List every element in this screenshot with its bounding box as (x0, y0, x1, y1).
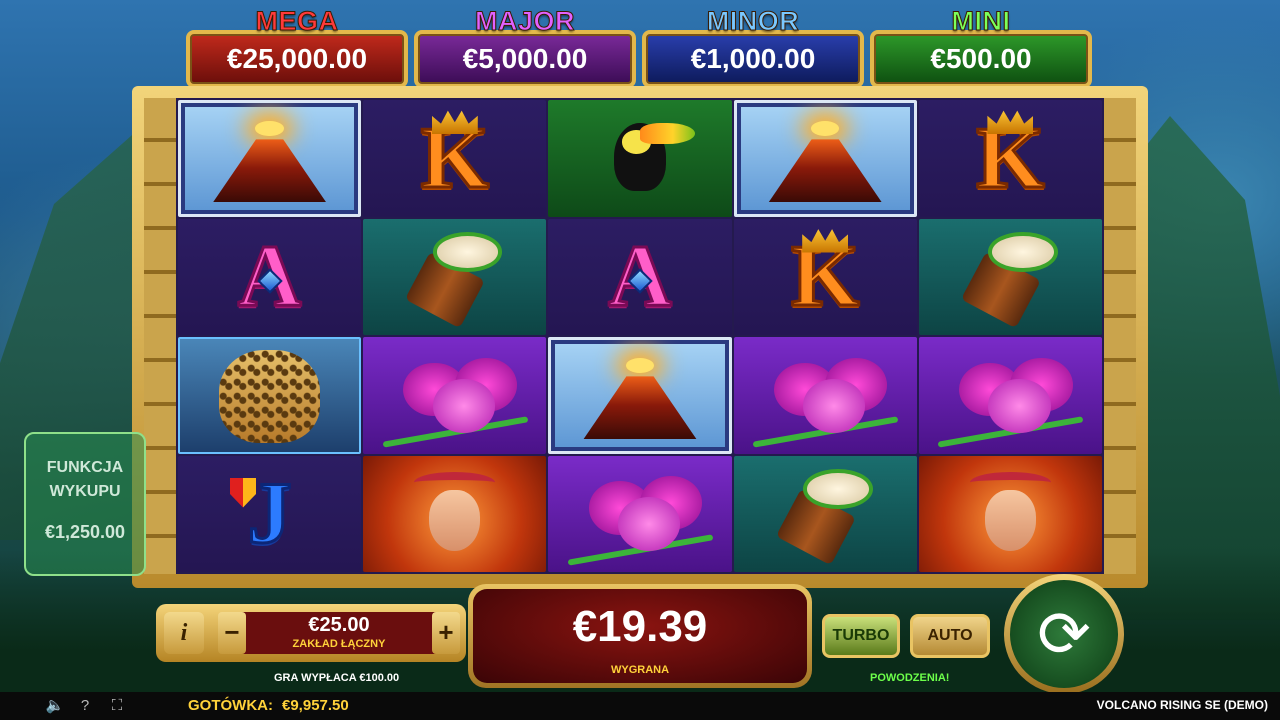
good-luck-text: POWODZENIA! (870, 672, 950, 684)
reel-symbol-orchid (548, 455, 732, 572)
orchid-petal (988, 378, 1051, 433)
cash-value: €9,957.50 (282, 697, 349, 714)
jackpot-minor-box: €1,000.00 (642, 30, 864, 88)
volcano-icon (212, 139, 327, 203)
fullscreen-icon[interactable]: ⛶ (106, 697, 128, 715)
buy-feature-line1: FUNKCJA (46, 459, 124, 476)
jackpot-major-value: €5,000.00 (462, 43, 588, 74)
bet-bar: i − €25.00 ZAKŁAD ŁĄCZNY + (156, 604, 466, 662)
jaguar-icon (219, 350, 320, 443)
sound-icon[interactable]: 🔈 (44, 697, 66, 715)
spin-arrows-icon: ⟳ (1010, 580, 1118, 688)
cash-label: GOTÓWKA: (188, 697, 273, 714)
jackpot-major: €5,000.00 MAJOR (414, 4, 636, 88)
reel-symbol-orchid (733, 337, 917, 454)
win-value: €19.39 (572, 602, 708, 651)
jackpot-major-box: €5,000.00 (414, 30, 636, 88)
orchid-petal (803, 378, 866, 433)
reel-symbol-J: J (178, 455, 362, 572)
goddess-icon (429, 490, 481, 552)
reel-symbol-jaguar (178, 337, 362, 454)
jackpot-major-name: MAJOR (474, 6, 575, 37)
reel-symbol-K: K (363, 100, 547, 217)
reel-frame: KKAAKJ (132, 86, 1148, 588)
reel-symbol-A: A (548, 218, 732, 335)
volcano-icon (768, 139, 882, 203)
jackpot-mega-value: €25,000.00 (226, 43, 368, 74)
reel-symbol-orchid (363, 337, 547, 454)
buy-feature-line2: WYKUPU (49, 483, 121, 500)
reel-symbol-volcano (548, 337, 732, 454)
buy-feature-price: €1,250.00 (44, 522, 126, 542)
reel-symbol-drum (733, 455, 917, 572)
info-button[interactable]: i (164, 612, 204, 654)
jackpot-mega-name: MEGA (255, 6, 339, 37)
lava-glow (811, 120, 840, 137)
drum-head (803, 469, 873, 510)
goddess-icon (984, 490, 1037, 552)
reel-symbol-A: A (178, 218, 362, 335)
jackpot-mega-box: €25,000.00 (186, 30, 408, 88)
max-payout-text: GRA WYPŁACA €100.00 (274, 672, 400, 684)
turbo-button[interactable]: TURBO (822, 614, 900, 658)
reel-symbol-K: K (733, 218, 917, 335)
reel-symbol-drum (363, 218, 547, 335)
reel-symbol-volcano (178, 100, 362, 217)
help-icon[interactable]: ? (74, 697, 96, 715)
volcano-icon (583, 376, 697, 440)
spin-button[interactable]: ⟳ (1004, 574, 1124, 694)
total-bet-value: €25.00 (308, 614, 370, 636)
game-title: VOLCANO RISING SE (DEMO) (1096, 698, 1268, 712)
jackpot-minor-value: €1,000.00 (690, 43, 816, 74)
reel-symbol-orchid (918, 337, 1102, 454)
reel-symbol-drum (918, 218, 1102, 335)
jackpot-mega: €25,000.00 MEGA (186, 4, 408, 88)
reel-grid: KKAAKJ (176, 98, 1104, 574)
orchid-petal (432, 378, 496, 433)
jackpot-mini-box: €500.00 (870, 30, 1092, 88)
lava-glow (255, 120, 284, 137)
reel-symbol-volcano (733, 100, 917, 217)
increase-bet-button[interactable]: + (432, 612, 460, 654)
bet-panel: − €25.00 ZAKŁAD ŁĄCZNY + (218, 612, 460, 654)
win-display: €19.39 WYGRANA (468, 584, 812, 688)
jackpot-minor-name: MINOR (706, 6, 800, 37)
reel-symbol-goddess (918, 455, 1102, 572)
jackpot-mini: €500.00 MINI (870, 4, 1092, 88)
toucan-beak (639, 123, 695, 145)
total-bet-label: ZAKŁAD ŁĄCZNY (292, 638, 386, 650)
reel-symbol-K: K (918, 100, 1102, 217)
lava-glow (625, 357, 655, 374)
drum-head (432, 232, 503, 273)
jackpot-minor: €1,000.00 MINOR (642, 4, 864, 88)
orchid-petal (618, 497, 681, 552)
autoplay-button[interactable]: AUTO (910, 614, 990, 658)
jackpot-mini-name: MINI (951, 6, 1011, 37)
jackpot-mini-value: €500.00 (930, 43, 1032, 74)
drum-head (988, 232, 1059, 273)
reel-symbol-goddess (363, 455, 547, 572)
footer-bar: 🔈 ? ⛶ GOTÓWKA: €9,957.50 VOLCANO RISING … (0, 692, 1280, 720)
decrease-bet-button[interactable]: − (218, 612, 246, 654)
win-label: WYGRANA (610, 664, 670, 676)
reel-symbol-toucan (548, 100, 732, 217)
buy-feature-button[interactable]: FUNKCJA WYKUPU €1,250.00 (24, 432, 146, 576)
